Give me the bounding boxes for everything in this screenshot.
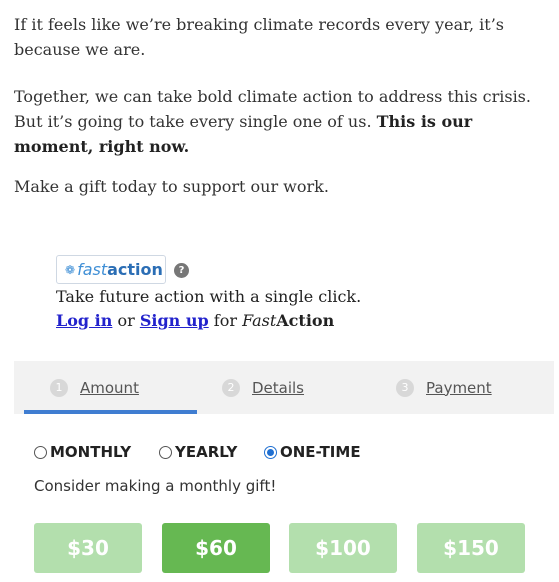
step-number: 1 <box>50 378 68 397</box>
step-details[interactable]: 2 Details <box>222 361 304 414</box>
donation-steps: 1 Amount 2 Details 3 Payment <box>14 361 554 414</box>
frequency-label: ONE-TIME <box>280 443 361 461</box>
fastaction-logo: ❁ fast action <box>56 255 166 284</box>
intro-paragraph-2: Together, we can take bold climate actio… <box>14 84 554 159</box>
monthly-gift-note: Consider making a monthly gift! <box>34 477 277 495</box>
step-label: Payment <box>426 378 492 397</box>
frequency-label: MONTHLY <box>50 443 132 461</box>
amount-button-60[interactable]: $60 <box>162 523 270 573</box>
frequency-label: YEARLY <box>175 443 238 461</box>
radio-button-selected[interactable] <box>264 445 277 459</box>
frequency-yearly-radio[interactable]: YEARLY <box>159 443 237 461</box>
step-number: 3 <box>396 378 414 397</box>
frequency-one-time-radio[interactable]: ONE-TIME <box>264 443 361 461</box>
step-amount[interactable]: 1 Amount <box>50 361 139 414</box>
radio-button[interactable] <box>34 445 47 459</box>
fastaction-logo-fast: fast <box>77 260 108 279</box>
step-label: Details <box>252 378 305 397</box>
amount-button-30[interactable]: $30 <box>34 523 142 573</box>
step-label: Amount <box>80 378 139 397</box>
fastaction-auth-line: Log in or Sign up for FastAction <box>56 310 334 332</box>
or-text: or <box>112 311 140 330</box>
for-text: for <box>208 311 243 330</box>
frequency-monthly-radio[interactable]: MONTHLY <box>34 443 131 461</box>
login-link[interactable]: Log in <box>56 311 112 330</box>
step-number: 2 <box>222 378 240 397</box>
intro-paragraph-3: Make a gift today to support our work. <box>14 177 329 196</box>
brand-fast: Fast <box>242 311 277 330</box>
brand-action: Action <box>276 311 335 330</box>
step-payment[interactable]: 3 Payment <box>396 361 492 414</box>
intro-paragraph-1: If it feels like we’re breaking climate … <box>14 15 505 59</box>
fastaction-logo-action: action <box>107 260 163 279</box>
fastaction-description: Take future action with a single click. <box>56 287 362 306</box>
signup-link[interactable]: Sign up <box>140 311 209 330</box>
amount-button-150[interactable]: $150 <box>417 523 525 573</box>
active-step-indicator <box>24 410 197 414</box>
radio-button[interactable] <box>159 445 172 459</box>
amount-button-100[interactable]: $100 <box>289 523 397 573</box>
help-icon[interactable]: ? <box>174 263 189 278</box>
fastaction-logo-icon: ❁ <box>65 262 76 277</box>
